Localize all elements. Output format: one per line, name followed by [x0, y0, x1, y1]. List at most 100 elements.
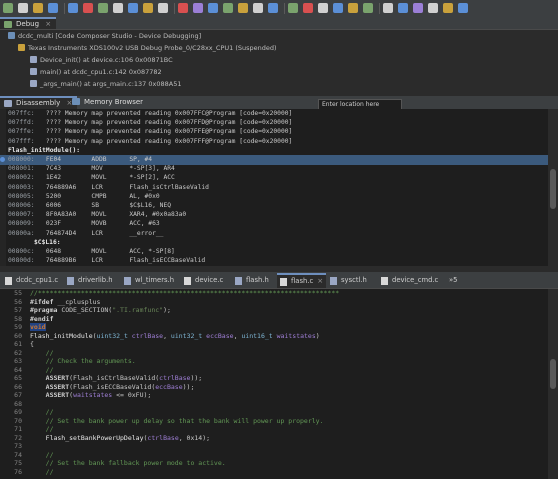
address: 008006: — [8, 202, 46, 209]
code-text: void — [30, 323, 46, 331]
toolbar-button-icon[interactable] — [83, 3, 93, 13]
scrollbar-thumb[interactable] — [550, 359, 556, 389]
tab-label: sysctl.h — [341, 276, 367, 284]
instruction: 764889A6 LCR Flash_isCtrlBaseValid — [45, 183, 209, 191]
toolbar-button-icon[interactable] — [128, 3, 138, 13]
toolbar-button-icon[interactable] — [303, 3, 313, 13]
close-icon[interactable]: × — [45, 20, 51, 28]
instruction: $C$L16: — [34, 238, 61, 246]
toolbar-button-icon[interactable] — [98, 3, 108, 13]
toolbar-button-icon[interactable] — [18, 3, 28, 13]
toolbar-button-icon[interactable] — [288, 3, 298, 13]
toolbar-button-icon[interactable] — [318, 3, 328, 13]
memory-icon — [72, 98, 80, 105]
tree-label: dcdc_multi [Code Composer Studio - Devic… — [18, 32, 202, 40]
toolbar-button-icon[interactable] — [143, 3, 153, 13]
address: 008001: — [8, 165, 46, 173]
tree-label: Device_init() at device.c:106 0x00871BC — [40, 56, 173, 64]
instruction: Flash_initModule(): — [8, 146, 81, 154]
stack-frame[interactable]: Device_init() at device.c:106 0x00871BC — [30, 55, 173, 65]
toolbar-button-icon[interactable] — [68, 3, 78, 13]
editor-tab-flash-c[interactable]: flash.c × — [277, 273, 327, 288]
tab-debug-label: Debug — [16, 20, 40, 28]
disassembly-line[interactable]: 00800d: 764889B6 LCR Flash_isECCBaseVali… — [0, 256, 548, 266]
code-text: // — [45, 408, 54, 416]
toolbar-button-icon[interactable] — [158, 3, 168, 13]
code-text: ASSERT(waitstates <= 0xFU); — [45, 391, 152, 399]
tab-disassembly-label: Disassembly — [16, 99, 61, 107]
toolbar-button-icon[interactable] — [3, 3, 13, 13]
code-text: ASSERT(Flash_isCtrlBaseValid(ctrlBase)); — [45, 374, 203, 382]
tab-label: device_cmd.c — [392, 276, 439, 284]
editor-tab--5[interactable]: »5 — [446, 274, 457, 287]
toolbar-button-icon[interactable] — [383, 3, 393, 13]
editor-scrollbar[interactable] — [548, 289, 558, 479]
stack-frame[interactable]: _args_main() at args_main.c:137 0x088A51 — [30, 79, 181, 89]
toolbar-button-icon[interactable] — [413, 3, 423, 13]
code-text: // — [45, 365, 54, 374]
toolbar-button-icon[interactable] — [428, 3, 438, 13]
debug-probe-node[interactable]: Texas Instruments XDS100v2 USB Debug Pro… — [18, 43, 277, 53]
toolbar-button-icon[interactable] — [253, 3, 263, 13]
toolbar-button-icon[interactable] — [193, 3, 203, 13]
editor-tab-dcdc-cpu1-c[interactable]: dcdc_cpu1.c — [2, 274, 58, 287]
editor-tab-sysctl-h[interactable]: sysctl.h — [327, 274, 367, 287]
toolbar-button-icon[interactable] — [48, 3, 58, 13]
toolbar-button-icon[interactable] — [363, 3, 373, 13]
disassembly-scrollbar[interactable] — [548, 109, 558, 266]
toolbar-button-icon[interactable] — [33, 3, 43, 13]
header-file-icon — [235, 277, 242, 285]
code-editor[interactable]: 55//************************************… — [0, 289, 548, 479]
toolbar-button-icon[interactable] — [333, 3, 343, 13]
close-icon[interactable]: × — [317, 277, 323, 285]
tab-debug[interactable]: Debug × — [0, 17, 57, 29]
code-text: // — [45, 348, 54, 357]
code-text: // — [45, 450, 54, 459]
tab-disassembly[interactable]: Disassembly × — [0, 96, 78, 109]
code-text: //**************************************… — [30, 289, 340, 297]
tab-memory-browser[interactable]: Memory Browser — [68, 96, 148, 108]
disassembly-tabbar: Disassembly × Memory Browser Enter locat… — [0, 96, 558, 110]
address: 008002: — [8, 174, 46, 182]
editor-tab-wl-timers-h[interactable]: wl_timers.h — [121, 274, 174, 287]
stack-frame[interactable]: main() at dcdc_cpu1.c:142 0x087782 — [30, 67, 162, 77]
c-file-icon — [381, 277, 388, 285]
toolbar-button-icon[interactable] — [458, 3, 468, 13]
editor-tab-driverlib-h[interactable]: driverlib.h — [64, 274, 113, 287]
header-file-icon — [67, 277, 74, 285]
address: 007fff: — [8, 137, 46, 145]
toolbar-button-icon[interactable] — [443, 3, 453, 13]
editor-tabbar: dcdc_cpu1.c driverlib.h wl_timers.h device.… — [0, 272, 558, 289]
tab-label: flash.c — [291, 277, 314, 285]
debug-session-node[interactable]: dcdc_multi [Code Composer Studio - Devic… — [8, 31, 201, 41]
toolbar-button-icon[interactable] — [178, 3, 188, 13]
code-text: // — [45, 467, 54, 476]
code-line[interactable]: 76 // — [0, 468, 548, 477]
scrollbar-thumb[interactable] — [550, 169, 556, 209]
c-file-icon — [184, 277, 191, 285]
address: 008009: — [8, 220, 46, 228]
address: 008003: — [8, 183, 46, 191]
toolbar-button-icon[interactable] — [238, 3, 248, 13]
code-text: #pragma CODE_SECTION(".TI.ramfunc"); — [30, 306, 171, 314]
toolbar-button-icon[interactable] — [398, 3, 408, 13]
editor-tab-device-cmd-c[interactable]: device_cmd.c — [378, 274, 438, 287]
node-icon — [18, 44, 25, 51]
editor-tab-flash-h[interactable]: flash.h — [232, 274, 269, 287]
code-text: // — [45, 425, 54, 433]
header-file-icon — [330, 277, 337, 285]
instruction: 764874D4 LCR __error__ — [45, 229, 164, 237]
toolbar-button-icon[interactable] — [348, 3, 358, 13]
tab-memory-browser-label: Memory Browser — [84, 98, 144, 106]
toolbar-button-icon[interactable] — [223, 3, 233, 13]
instruction: 1E42 MOVL *-SP[2], ACC — [45, 174, 175, 182]
instruction: FE04 ADDB SP, #4 — [45, 156, 153, 163]
editor-tab-device-c[interactable]: device.c — [181, 274, 223, 287]
bug-icon — [4, 21, 12, 28]
code-text: Flash_setBankPowerUpDelay(ctrlBase, 0x14… — [45, 433, 211, 442]
code-text: // Check the arguments. — [45, 357, 136, 365]
toolbar-button-icon[interactable] — [208, 3, 218, 13]
toolbar-button-icon[interactable] — [113, 3, 123, 13]
toolbar-button-icon[interactable] — [268, 3, 278, 13]
stack-frame-icon — [30, 68, 37, 75]
